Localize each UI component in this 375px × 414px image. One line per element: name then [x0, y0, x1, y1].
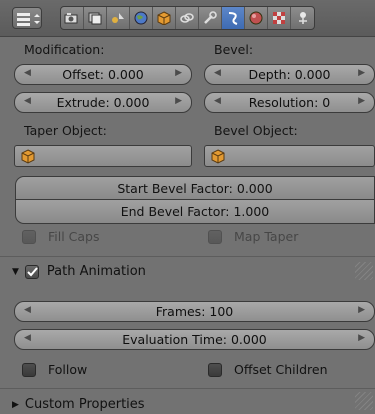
extrude-value: Extrude: 0.000 [56, 95, 150, 110]
render-icon[interactable] [61, 7, 84, 29]
offset-children-label: Offset Children [234, 362, 328, 377]
increment-arrow-icon[interactable]: ▶ [175, 68, 182, 78]
render-layers-icon[interactable] [84, 7, 107, 29]
extrude-field[interactable]: ◀ Extrude: 0.000 ▶ [14, 92, 192, 113]
frames-field[interactable]: ◀ Frames: 100 ▶ [14, 301, 375, 322]
evaluation-time-field[interactable]: ◀ Evaluation Time: 0.000 ▶ [14, 329, 375, 350]
path-animation-checkbox[interactable] [24, 264, 39, 279]
evaluation-time-value: Evaluation Time: 0.000 [122, 332, 267, 347]
material-icon[interactable] [245, 7, 268, 29]
offset-value: Offset: 0.000 [62, 67, 144, 82]
editor-type-menu[interactable] [12, 7, 42, 29]
decrement-arrow-icon[interactable]: ◀ [214, 96, 221, 106]
properties-editor: Modification: Bevel: ◀ Offset: 0.000 ▶ ◀… [0, 0, 375, 414]
start-bevel-factor-value: Start Bevel Factor: 0.000 [117, 180, 273, 196]
decrement-arrow-icon[interactable]: ◀ [24, 305, 31, 315]
custom-properties-title: Custom Properties [24, 397, 145, 412]
offset-field[interactable]: ◀ Offset: 0.000 ▶ [14, 64, 192, 85]
increment-arrow-icon[interactable]: ▶ [175, 96, 182, 106]
resolution-value: Resolution: 0 [248, 95, 331, 110]
constraints-icon[interactable] [176, 7, 199, 29]
world-icon[interactable] [130, 7, 153, 29]
decrement-arrow-icon[interactable]: ◀ [24, 68, 31, 78]
modifiers-icon[interactable] [199, 7, 222, 29]
bevel-object-label: Bevel Object: [214, 123, 298, 138]
follow-checkbox[interactable] [22, 362, 36, 377]
scene-icon[interactable] [107, 7, 130, 29]
offset-children-toggle[interactable]: Offset Children [208, 362, 328, 377]
depth-value: Depth: 0.000 [248, 67, 331, 82]
increment-arrow-icon[interactable]: ▶ [358, 96, 365, 106]
end-bevel-factor-value: End Bevel Factor: 1.000 [120, 204, 270, 219]
decrement-arrow-icon[interactable]: ◀ [214, 68, 221, 78]
object-icon [211, 149, 225, 164]
taper-object-label: Taper Object: [24, 123, 107, 138]
frames-value: Frames: 100 [155, 304, 234, 319]
follow-toggle[interactable]: Follow [22, 362, 87, 377]
bevel-label: Bevel: [214, 42, 254, 57]
object-icon[interactable] [153, 7, 176, 29]
context-tabs [60, 6, 315, 30]
path-animation-header[interactable]: ▼ Path Animation [12, 264, 146, 279]
physics-icon[interactable] [291, 7, 314, 29]
map-taper-checkbox[interactable] [208, 229, 222, 244]
fill-caps-toggle[interactable]: Fill Caps [22, 229, 100, 244]
resolution-field[interactable]: ◀ Resolution: 0 ▶ [204, 92, 375, 113]
end-bevel-factor-field[interactable]: End Bevel Factor: 1.000 [15, 200, 375, 224]
properties-editor-icon [17, 13, 40, 26]
object-icon [21, 149, 35, 164]
decrement-arrow-icon[interactable]: ◀ [24, 96, 31, 106]
taper-object-field[interactable] [14, 145, 192, 167]
start-bevel-factor-field[interactable]: Start Bevel Factor: 0.000 [15, 176, 375, 200]
increment-arrow-icon[interactable]: ▶ [358, 68, 365, 78]
checkmark-icon [27, 266, 38, 276]
panel-drag-handle-icon[interactable] [355, 262, 373, 280]
fill-caps-label: Fill Caps [48, 229, 100, 244]
modification-label: Modification: [24, 42, 105, 57]
properties-header [0, 0, 375, 37]
path-animation-title: Path Animation [46, 264, 146, 279]
increment-arrow-icon[interactable]: ▶ [358, 333, 365, 343]
panel-drag-handle-icon[interactable] [355, 392, 373, 410]
map-taper-toggle[interactable]: Map Taper [208, 229, 298, 244]
fill-caps-checkbox[interactable] [22, 229, 36, 244]
depth-field[interactable]: ◀ Depth: 0.000 ▶ [204, 64, 375, 85]
decrement-arrow-icon[interactable]: ◀ [24, 333, 31, 343]
custom-properties-header[interactable]: ▶ Custom Properties [12, 397, 145, 412]
offset-children-checkbox[interactable] [208, 362, 222, 377]
expand-triangle-icon[interactable]: ▶ [12, 400, 19, 410]
follow-label: Follow [48, 362, 88, 377]
collapse-triangle-icon[interactable]: ▼ [12, 267, 19, 277]
increment-arrow-icon[interactable]: ▶ [358, 305, 365, 315]
bevel-object-field[interactable] [204, 145, 375, 167]
texture-icon[interactable] [268, 7, 291, 29]
panel-divider [0, 388, 375, 389]
panel-divider [0, 256, 375, 257]
map-taper-label: Map Taper [234, 229, 299, 244]
curve-data-icon[interactable] [222, 7, 245, 29]
